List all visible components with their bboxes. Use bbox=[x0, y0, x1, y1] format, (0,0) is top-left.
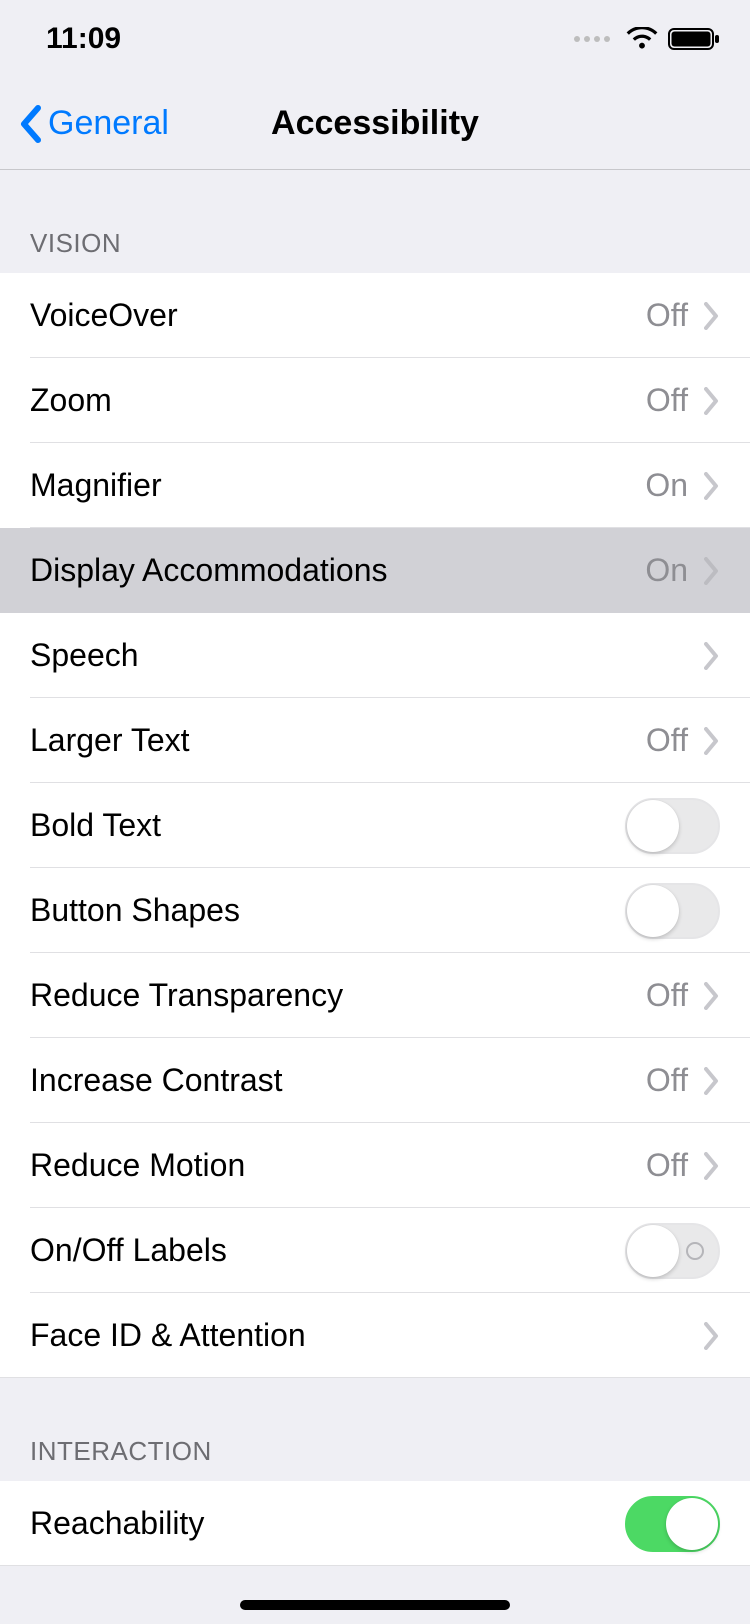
toggle-onoff-labels[interactable] bbox=[625, 1223, 720, 1279]
status-icons bbox=[574, 27, 720, 51]
row-onoff-labels[interactable]: On/Off Labels bbox=[0, 1208, 750, 1293]
nav-bar: General Accessibility bbox=[0, 78, 750, 170]
chevron-right-icon bbox=[704, 1322, 720, 1350]
row-value: On bbox=[645, 552, 688, 589]
back-label: General bbox=[48, 104, 169, 143]
row-label: Reduce Motion bbox=[30, 1147, 646, 1184]
row-label: Button Shapes bbox=[30, 892, 625, 929]
interaction-group: Reachability bbox=[0, 1481, 750, 1566]
toggle-button-shapes[interactable] bbox=[625, 883, 720, 939]
row-label: Increase Contrast bbox=[30, 1062, 646, 1099]
row-speech[interactable]: Speech bbox=[0, 613, 750, 698]
chevron-right-icon bbox=[704, 1152, 720, 1180]
row-reduce-motion[interactable]: Reduce Motion Off bbox=[0, 1123, 750, 1208]
toggle-bold-text[interactable] bbox=[625, 798, 720, 854]
vision-group: VoiceOver Off Zoom Off Magnifier On Disp… bbox=[0, 273, 750, 1378]
status-time: 11:09 bbox=[46, 22, 121, 56]
row-label: VoiceOver bbox=[30, 297, 646, 334]
row-label: Display Accommodations bbox=[30, 552, 645, 589]
row-label: Larger Text bbox=[30, 722, 646, 759]
row-reachability[interactable]: Reachability bbox=[0, 1481, 750, 1566]
row-label: Bold Text bbox=[30, 807, 625, 844]
row-value: Off bbox=[646, 382, 688, 419]
chevron-right-icon bbox=[704, 302, 720, 330]
row-value: Off bbox=[646, 1147, 688, 1184]
cellular-dots-icon bbox=[574, 36, 610, 42]
battery-icon bbox=[668, 27, 720, 51]
chevron-right-icon bbox=[704, 642, 720, 670]
row-value: Off bbox=[646, 722, 688, 759]
chevron-right-icon bbox=[704, 472, 720, 500]
wifi-icon bbox=[626, 27, 658, 51]
row-magnifier[interactable]: Magnifier On bbox=[0, 443, 750, 528]
row-bold-text[interactable]: Bold Text bbox=[0, 783, 750, 868]
row-label: Speech bbox=[30, 637, 704, 674]
section-header-interaction: INTERACTION bbox=[0, 1378, 750, 1481]
section-header-vision: VISION bbox=[0, 170, 750, 273]
chevron-right-icon bbox=[704, 982, 720, 1010]
chevron-left-icon bbox=[18, 104, 42, 144]
row-label: Zoom bbox=[30, 382, 646, 419]
row-value: Off bbox=[646, 1062, 688, 1099]
status-bar: 11:09 bbox=[0, 0, 750, 78]
row-label: Reachability bbox=[30, 1505, 625, 1542]
row-label: Magnifier bbox=[30, 467, 645, 504]
row-reduce-transparency[interactable]: Reduce Transparency Off bbox=[0, 953, 750, 1038]
row-button-shapes[interactable]: Button Shapes bbox=[0, 868, 750, 953]
row-display-accommodations[interactable]: Display Accommodations On bbox=[0, 528, 750, 613]
row-value: Off bbox=[646, 297, 688, 334]
chevron-right-icon bbox=[704, 727, 720, 755]
chevron-right-icon bbox=[704, 1067, 720, 1095]
row-label: Reduce Transparency bbox=[30, 977, 646, 1014]
chevron-right-icon bbox=[704, 557, 720, 585]
toggle-reachability[interactable] bbox=[625, 1496, 720, 1552]
chevron-right-icon bbox=[704, 387, 720, 415]
row-value: Off bbox=[646, 977, 688, 1014]
row-voiceover[interactable]: VoiceOver Off bbox=[0, 273, 750, 358]
row-value: On bbox=[645, 467, 688, 504]
row-label: On/Off Labels bbox=[30, 1232, 625, 1269]
row-label: Face ID & Attention bbox=[30, 1317, 704, 1354]
home-indicator[interactable] bbox=[240, 1600, 510, 1610]
row-zoom[interactable]: Zoom Off bbox=[0, 358, 750, 443]
row-faceid-attention[interactable]: Face ID & Attention bbox=[0, 1293, 750, 1378]
back-button[interactable]: General bbox=[18, 104, 169, 144]
row-increase-contrast[interactable]: Increase Contrast Off bbox=[0, 1038, 750, 1123]
row-larger-text[interactable]: Larger Text Off bbox=[0, 698, 750, 783]
